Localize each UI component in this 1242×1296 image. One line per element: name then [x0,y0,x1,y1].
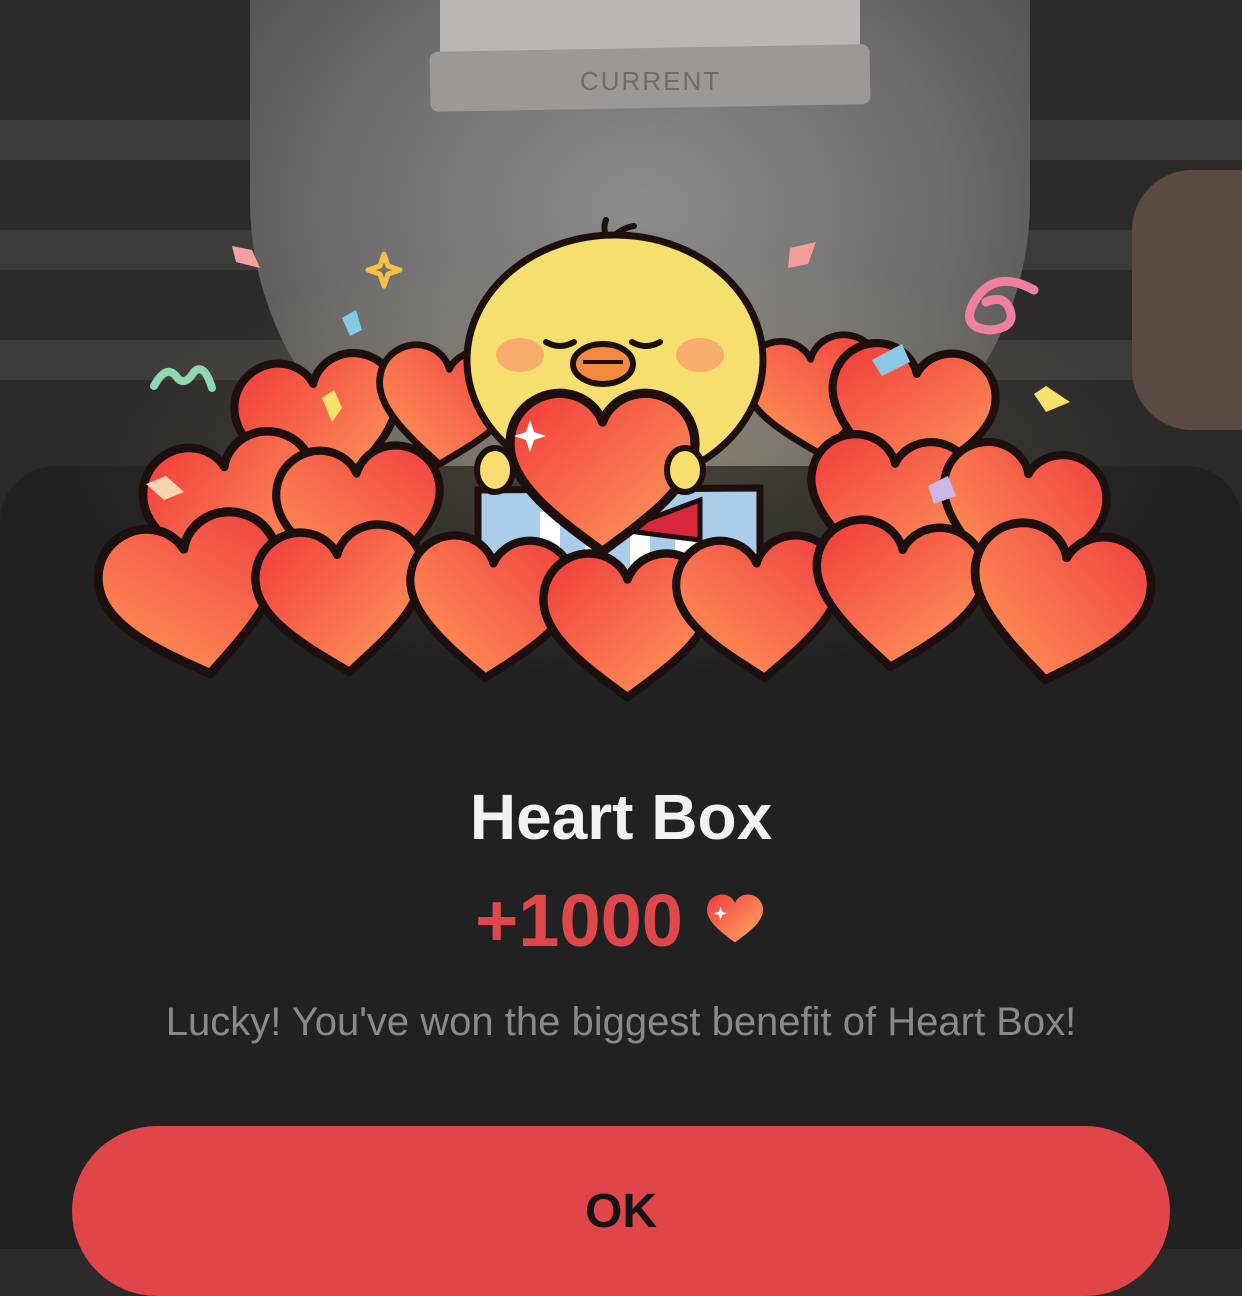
dialog-title: Heart Box [469,781,773,853]
heart-icon [706,894,763,943]
reward-message: Lucky! You've won the biggest benefit of… [165,1000,1077,1044]
reward-row: +1000 [0,878,1242,962]
heart-box-illustration [0,217,1242,720]
reward-amount: +1000 [475,878,683,962]
ok-button[interactable]: OK [72,1126,1170,1296]
